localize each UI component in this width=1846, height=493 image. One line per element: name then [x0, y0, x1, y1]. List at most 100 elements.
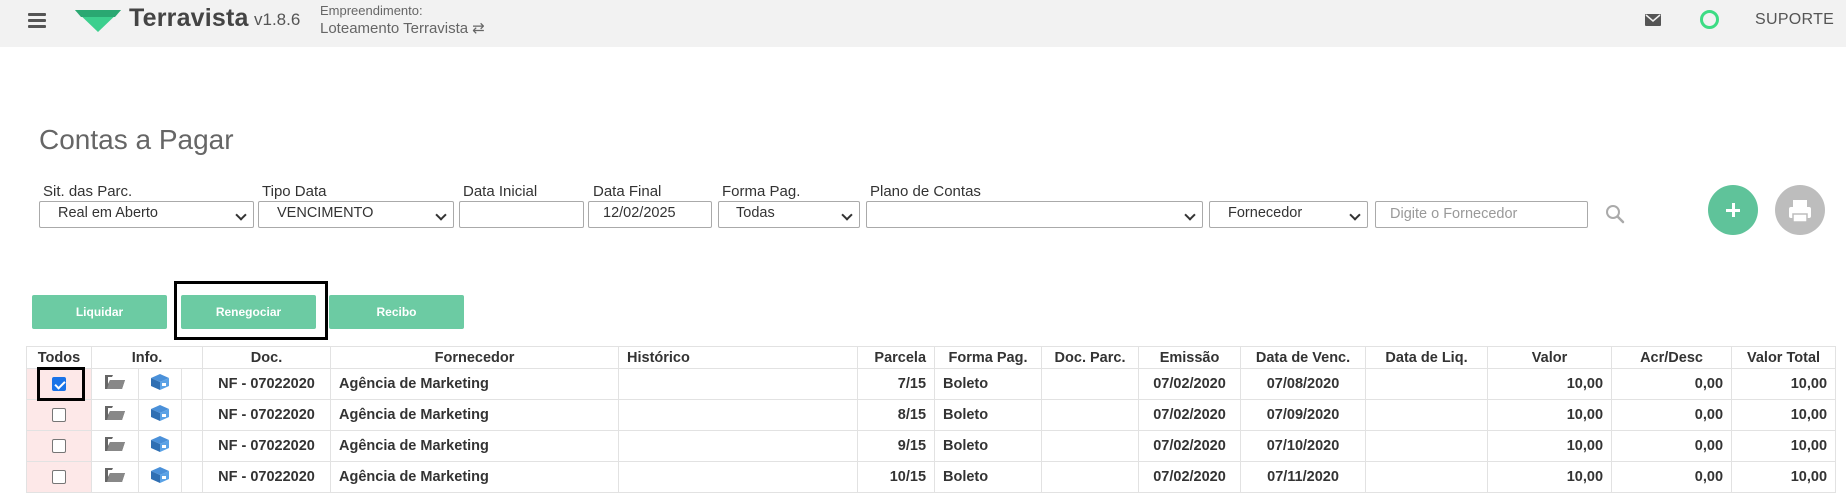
valor-total-cell: 10,00 [1731, 430, 1837, 462]
col-parcela: Parcela [857, 346, 936, 369]
acr-desc-cell: 0,00 [1611, 368, 1733, 400]
doc-cell: NF - 07022020 [202, 461, 332, 493]
renegociar-button[interactable]: Renegociar [181, 295, 316, 329]
package-icon[interactable] [150, 404, 170, 426]
chevron-down-icon [435, 209, 447, 221]
row-select-cell [26, 461, 92, 493]
data-liq-cell [1365, 368, 1489, 400]
chevron-down-icon [841, 209, 853, 221]
doc-parc-cell [1041, 368, 1140, 400]
table-row[interactable]: NF - 07022020 Agência de Marketing 7/15 Bol… [26, 368, 1837, 400]
acr-desc-cell: 0,00 [1611, 430, 1733, 462]
folder-icon[interactable] [104, 374, 126, 394]
chevron-down-icon [1349, 209, 1361, 221]
folder-cell [91, 368, 139, 400]
parcela-cell: 9/15 [857, 430, 936, 462]
doc-cell: NF - 07022020 [202, 430, 332, 462]
row-checkbox[interactable] [52, 439, 66, 454]
box-cell [138, 461, 182, 493]
col-doc-parc: Doc. Parc. [1041, 346, 1140, 369]
col-valor-total: Valor Total [1731, 346, 1837, 369]
row-checkbox[interactable] [52, 470, 66, 485]
fornecedor-select[interactable]: Fornecedor [1209, 201, 1368, 228]
fornecedor-cell: Agência de Marketing [330, 461, 620, 493]
data-final-label: Data Final [593, 183, 662, 200]
emissao-cell: 07/02/2020 [1138, 399, 1242, 431]
historico-cell [618, 430, 859, 462]
tipo-data-select[interactable]: VENCIMENTO [258, 201, 454, 228]
valor-cell: 10,00 [1487, 368, 1613, 400]
table-row[interactable]: NF - 07022020 Agência de Marketing 8/15 Bol… [26, 399, 1837, 431]
emissao-cell: 07/02/2020 [1138, 368, 1242, 400]
box-cell [138, 399, 182, 431]
data-liq-cell [1365, 461, 1489, 493]
print-button[interactable] [1775, 185, 1825, 235]
folder-icon[interactable] [104, 467, 126, 487]
forma-pag-cell: Boleto [934, 430, 1043, 462]
forma-pag-cell: Boleto [934, 461, 1043, 493]
data-venc-cell: 07/11/2020 [1240, 461, 1367, 493]
forma-pag-cell: Boleto [934, 399, 1043, 431]
data-venc-cell: 07/09/2020 [1240, 399, 1367, 431]
fornecedor-search-input[interactable]: Digite o Fornecedor [1375, 201, 1588, 228]
data-final-input[interactable]: 12/02/2025 [588, 201, 712, 228]
folder-icon[interactable] [104, 405, 126, 425]
page-title: Contas a Pagar [39, 124, 234, 155]
brand-name: Terravista [129, 4, 249, 32]
empreendimento-switcher[interactable]: Loteamento Terravista ⇄ [320, 19, 485, 37]
menu-icon[interactable] [28, 10, 46, 30]
acr-desc-cell: 0,00 [1611, 461, 1733, 493]
table-row[interactable]: NF - 07022020 Agência de Marketing 9/15 Bol… [26, 430, 1837, 462]
valor-cell: 10,00 [1487, 430, 1613, 462]
plano-contas-select[interactable] [866, 201, 1203, 228]
doc-parc-cell [1041, 399, 1140, 431]
forma-pag-cell: Boleto [934, 368, 1043, 400]
chevron-down-icon [1184, 209, 1196, 221]
tipo-data-label: Tipo Data [262, 183, 327, 200]
support-link[interactable]: SUPORTE [1755, 11, 1834, 29]
search-icon[interactable] [1605, 204, 1625, 224]
col-todos[interactable]: Todos [26, 346, 92, 369]
col-data-liq: Data de Liq. [1365, 346, 1489, 369]
data-inicial-label: Data Inicial [463, 183, 538, 200]
liquidar-button[interactable]: Liquidar [32, 295, 167, 329]
historico-cell [618, 399, 859, 431]
parcela-cell: 7/15 [857, 368, 936, 400]
add-button[interactable] [1708, 185, 1758, 235]
info-extra-cell [180, 430, 204, 462]
mail-icon[interactable] [1645, 14, 1661, 26]
data-venc-cell: 07/08/2020 [1240, 368, 1367, 400]
fornecedor-cell: Agência de Marketing [330, 399, 620, 431]
package-icon[interactable] [150, 373, 170, 395]
package-icon[interactable] [150, 466, 170, 488]
folder-cell [91, 430, 139, 462]
row-select-cell [26, 399, 92, 431]
folder-icon[interactable] [104, 436, 126, 456]
situacao-select[interactable]: Real em Aberto [39, 201, 254, 228]
fornecedor-cell: Agência de Marketing [330, 368, 620, 400]
tipo-data-value: VENCIMENTO [277, 205, 374, 221]
top-bar: Terravista v1.8.6 Empreendimento: Loteam… [0, 0, 1846, 47]
acr-desc-cell: 0,00 [1611, 399, 1733, 431]
app-version: v1.8.6 [254, 10, 301, 29]
emissao-cell: 07/02/2020 [1138, 461, 1242, 493]
valor-total-cell: 10,00 [1731, 399, 1837, 431]
recibo-button[interactable]: Recibo [329, 295, 464, 329]
logo-icon [75, 10, 121, 32]
data-inicial-input[interactable] [459, 201, 584, 228]
col-info: Info. [90, 346, 204, 369]
package-icon[interactable] [150, 435, 170, 457]
situacao-label: Sit. das Parc. [43, 183, 133, 200]
doc-parc-cell [1041, 430, 1140, 462]
col-doc: Doc. [202, 346, 332, 369]
box-cell [138, 430, 182, 462]
forma-pag-select[interactable]: Todas [718, 201, 860, 228]
col-forma-pag: Forma Pag. [934, 346, 1043, 369]
row-checkbox[interactable] [52, 408, 66, 423]
table-row[interactable]: NF - 07022020 Agência de Marketing 10/15 Bo… [26, 461, 1837, 493]
folder-cell [91, 399, 139, 431]
row-select-cell [26, 430, 92, 462]
valor-cell: 10,00 [1487, 461, 1613, 493]
fornecedor-select-value: Fornecedor [1228, 205, 1303, 221]
info-extra-cell [180, 461, 204, 493]
